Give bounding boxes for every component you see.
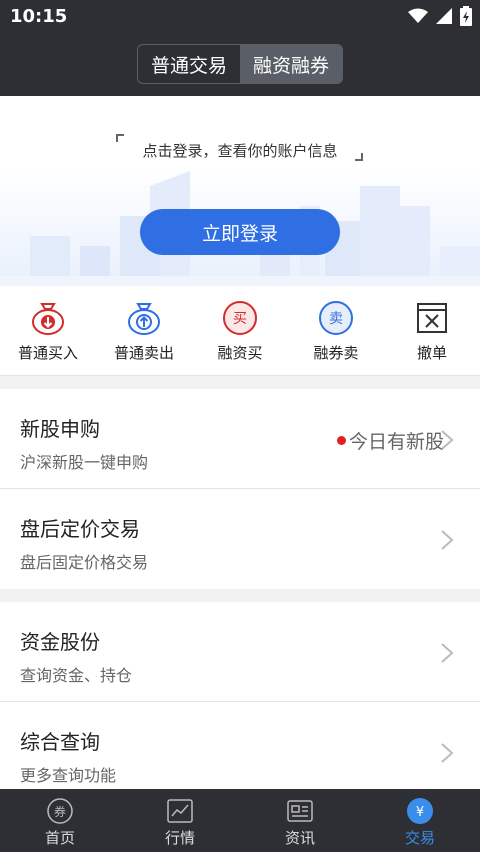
list-item-title: 新股申购 [20, 417, 100, 441]
tab-news[interactable]: 资讯 [240, 789, 360, 852]
home-coin-glyph: 券 [54, 804, 66, 819]
sell-bag-icon [128, 303, 160, 335]
tab-label: 资讯 [284, 829, 315, 847]
bracket-decoration-right [355, 153, 363, 161]
quick-action-label: 普通买入 [17, 344, 78, 362]
chevron-right-icon [441, 643, 454, 663]
status-time: 10:15 [10, 6, 68, 27]
list-item-ipo[interactable]: 新股申购 沪深新股一键申购 今日有新股 [0, 389, 480, 489]
quick-actions: 普通买入 普通卖出 买 融资买 卖 融券卖 撤单 [0, 286, 480, 376]
chevron-right-icon [441, 430, 454, 450]
quick-action-normal-sell[interactable]: 普通卖出 [96, 286, 192, 375]
trade-yen-glyph: ¥ [416, 805, 424, 820]
bottom-tab-bar: 券 首页 行情 资讯 ¥ 交易 [0, 789, 480, 852]
short-sell-glyph: 卖 [329, 311, 343, 327]
new-ipo-notice: 今日有新股 [336, 427, 444, 454]
cancel-order-icon [417, 303, 447, 333]
trade-list-1: 新股申购 沪深新股一键申购 今日有新股 盘后定价交易 盘后固定价格交易 [0, 389, 480, 589]
tab-market[interactable]: 行情 [120, 789, 240, 852]
margin-buy-glyph: 买 [233, 311, 247, 327]
battery-icon [460, 6, 472, 26]
chevron-right-icon [441, 530, 454, 550]
status-icons [408, 6, 472, 26]
quick-action-label: 融券卖 [313, 344, 359, 362]
tab-label: 交易 [404, 829, 435, 847]
list-item-title: 综合查询 [20, 730, 100, 754]
trade-mode-switch: 普通交易 融资融券 [137, 44, 343, 84]
quick-action-cancel[interactable]: 撤单 [384, 286, 480, 375]
tab-home[interactable]: 券 首页 [0, 789, 120, 852]
quick-action-margin-buy[interactable]: 买 融资买 [192, 286, 288, 375]
quick-action-label: 普通卖出 [113, 344, 174, 362]
quick-action-short-sell[interactable]: 卖 融券卖 [288, 286, 384, 375]
tab-trade[interactable]: ¥ 交易 [360, 789, 480, 852]
tab-label: 行情 [164, 829, 195, 847]
list-item-title: 盘后定价交易 [20, 517, 140, 541]
red-dot-icon [336, 436, 346, 445]
login-button[interactable]: 立即登录 [140, 209, 340, 255]
home-coin-icon: 券 [47, 798, 73, 824]
top-bar: 普通交易 融资融券 [0, 34, 480, 96]
margin-buy-icon: 买 [223, 301, 257, 335]
chevron-right-icon [441, 743, 454, 763]
quick-action-normal-buy[interactable]: 普通买入 [0, 286, 96, 375]
news-icon [287, 800, 313, 822]
login-banner: 点击登录，查看你的账户信息 立即登录 [0, 96, 480, 286]
new-ipo-text: 今日有新股 [348, 431, 444, 453]
wifi-icon [408, 8, 428, 23]
list-item-subtitle: 沪深新股一键申购 [20, 453, 149, 472]
trade-list-2: 资金股份 查询资金、持仓 综合查询 更多查询功能 [0, 602, 480, 789]
list-item-query[interactable]: 综合查询 更多查询功能 [0, 702, 480, 789]
list-item-subtitle: 查询资金、持仓 [20, 666, 133, 685]
tab-label: 首页 [44, 829, 75, 847]
login-prompt[interactable]: 点击登录，查看你的账户信息 [0, 140, 480, 161]
tab-normal-trade[interactable]: 普通交易 [138, 45, 240, 83]
list-item-funds[interactable]: 资金股份 查询资金、持仓 [0, 602, 480, 702]
quick-action-label: 撤单 [416, 344, 447, 362]
tab-margin-trade[interactable]: 融资融券 [240, 45, 342, 83]
buy-bag-icon [32, 303, 64, 335]
signal-icon [436, 8, 452, 24]
list-item-title: 资金股份 [20, 630, 100, 654]
list-item-subtitle: 更多查询功能 [20, 766, 117, 785]
market-chart-icon [167, 799, 193, 823]
short-sell-icon: 卖 [319, 301, 353, 335]
quick-action-label: 融资买 [217, 344, 263, 362]
status-bar: 10:15 [0, 0, 480, 34]
list-item-subtitle: 盘后固定价格交易 [20, 553, 149, 572]
list-item-after-hours[interactable]: 盘后定价交易 盘后固定价格交易 [0, 489, 480, 589]
trade-yen-icon: ¥ [407, 798, 433, 824]
